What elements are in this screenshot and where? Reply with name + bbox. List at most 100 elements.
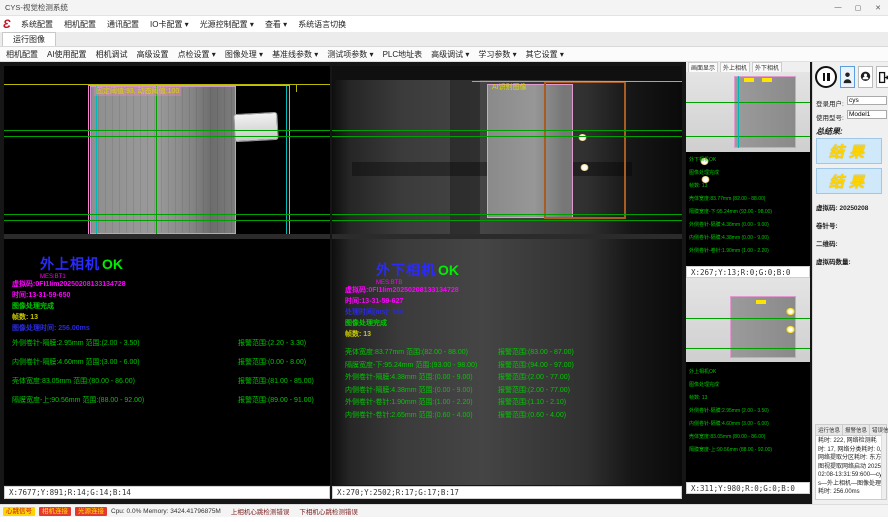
result-meta-block: 虚拟码:0FI1Iim20250208133134728 时间:13-31-59… — [345, 285, 459, 340]
result-display-1: 结果 — [816, 138, 882, 164]
exit-door-icon — [878, 71, 888, 84]
thumb-yellow-label — [744, 78, 754, 82]
thumb-text-line: 帧数: 13 — [689, 180, 772, 193]
measurement-row: 隔膜宽度-上:90.56mm 范围:(88.00 - 92.00) 报警范围:(… — [12, 395, 326, 414]
thumbnail-tab-list: 画面显示外上相机外下相机 — [686, 62, 782, 73]
minimize-button[interactable]: — — [828, 1, 848, 14]
thumbnail-tab[interactable]: 外下相机 — [752, 62, 782, 73]
model-input[interactable] — [847, 110, 887, 119]
green-reference-line — [4, 214, 330, 215]
measurement-row: 壳体宽度:83.05mm 范围:(80.00 - 86.00) 报警范围:(81… — [12, 376, 326, 395]
green-reference-line — [4, 136, 330, 137]
cyan-measure-line — [738, 76, 739, 148]
part-image — [90, 86, 236, 234]
toolbar-button[interactable]: 测试项参数 ▾ — [327, 49, 373, 60]
process-time-text: 图像处理时间: 256.00ms — [12, 323, 126, 334]
menu-item[interactable]: 系统语言切换 — [298, 19, 346, 30]
toolbar-button[interactable]: 基准线参数 ▾ — [272, 49, 318, 60]
thumb-text-line: 壳体宽度:83.77mm (82.00 - 88.00) — [689, 193, 772, 206]
toolbar-button[interactable]: PLC地址表 — [383, 49, 423, 60]
toolbar-button[interactable]: 图像处理 ▾ — [225, 49, 263, 60]
toolbar: 相机配置 AI使用配置相机调试高级设置点检设置 ▾ 图像处理 ▾ 基准线参数 ▾ 测试项… — [0, 47, 888, 62]
thumb-text-line: 外上相机OK — [689, 366, 772, 379]
menu-item[interactable]: 相机配置 — [64, 19, 96, 30]
toolbar-button[interactable]: 高级设置 — [137, 49, 169, 60]
measurement-value: 壳体宽度:83.05mm 范围:(80.00 - 86.00) — [12, 376, 238, 395]
thumbnail-view-1[interactable]: 外下相机OK图像处理完成帧数: 13壳体宽度:83.77mm (82.00 - … — [686, 72, 810, 266]
process-time-text: 处理时间(ms): 166 — [345, 307, 459, 318]
toolbar-button[interactable]: 高级调试 ▾ — [431, 49, 469, 60]
toolbar-button[interactable]: 相机配置 — [6, 49, 38, 60]
info-tabs: 运行信息报警信息错误信息 — [816, 425, 886, 436]
virtual-code-count-label: 虚拟码数量: — [816, 256, 851, 266]
toolbar-button[interactable]: 相机调试 — [96, 49, 128, 60]
camera-name: 外上相机 — [40, 256, 100, 272]
process-done-text: 图像处理完成 — [345, 318, 459, 329]
toolbar-button[interactable]: 学习参数 ▾ — [478, 49, 516, 60]
camera-connection-badge: 相机连接 — [39, 507, 71, 516]
menu-item[interactable]: 通讯配置 — [107, 19, 139, 30]
toolbar-button[interactable]: AI使用配置 — [47, 49, 87, 60]
virtual-code-text: 虚拟码:0FI1Iim20250208133134728 — [12, 279, 126, 290]
info-log-text: 耗时: 222, 网络检测耗时: 17, 网络分类耗时: 0, 网络提取分区耗时… — [816, 436, 886, 498]
pixel-coords-center: X:270;Y:2502;R:17;G:17;B:17 — [332, 486, 682, 499]
thumb-text-line: 外侧卷针-卷针:1.90mm (1.00 - 2.20) — [689, 245, 772, 258]
virtual-code-text: 虚拟码:0FI1Iim20250208133134728 — [345, 285, 459, 296]
tab-run-image[interactable]: 运行图像 — [2, 32, 56, 46]
image-bottom-band — [4, 234, 330, 239]
user-login-button[interactable] — [840, 66, 855, 88]
user-manage-button[interactable] — [858, 66, 873, 88]
menu-item[interactable]: 光源控制配置 ▾ — [200, 19, 254, 30]
result-display-2: 结果 — [816, 168, 882, 194]
result-ok-text: OK — [102, 256, 123, 272]
measurement-list: 外侧卷针-隔膜:2.95mm 范围:(2.00 - 3.50) 报警范围:(2.… — [12, 338, 326, 414]
thumbnail-tab[interactable]: 画面显示 — [688, 62, 718, 73]
camera-view-lower-outer[interactable]: AI识别图像 外下相机OK MES:BTB 虚拟码:0FI1Iim2025020… — [332, 66, 682, 485]
image-bottom-band — [332, 234, 682, 239]
menu-item[interactable]: 查看 ▾ — [265, 19, 287, 30]
light-connection-badge: 光源连接 — [75, 507, 107, 516]
close-button[interactable]: ✕ — [868, 1, 888, 14]
thumb-text-line: 壳体宽度:83.05mm (80.00 - 86.00) — [689, 431, 772, 444]
side-panel: 登录用户: 使用型号: 总结果: 结果 结果 虚拟码: 20250208 卷针号… — [812, 62, 888, 504]
camera-view-upper-outer[interactable]: 固定阈值:93, 动态阈值:100 外上相机OK MES:BT1 虚拟码:0FI… — [4, 66, 330, 485]
measurement-alarm-range: 报警范围:(81.00 - 85.00) — [238, 376, 326, 395]
frame-count-text: 帧数: 13 — [345, 329, 459, 340]
cyan-measure-line — [286, 86, 287, 234]
measurement-row: 内侧卷针-隔膜:4.60mm 范围:(3.00 - 6.00) 报警范围:(0.… — [12, 357, 326, 376]
info-tab[interactable]: 报警信息 — [843, 425, 870, 435]
menu-items: 系统配置相机配置通讯配置 IO卡配置 ▾ 光源控制配置 ▾ 查看 ▾ 系统语言切换 — [21, 19, 357, 30]
titlebar: CYS-视觉检测系统 — ▢ ✕ — [0, 0, 888, 16]
thumb-text-line: 隔膜宽度-下:95.24mm (93.00 - 98.00) — [689, 206, 772, 219]
green-reference-line — [332, 130, 682, 131]
pixel-coords-left: X:7677;Y:891;R:14;G:14;B:14 — [4, 486, 330, 499]
info-tab[interactable]: 运行信息 — [816, 425, 843, 435]
info-scrollbar[interactable] — [881, 434, 886, 499]
exit-button[interactable] — [876, 66, 888, 88]
toolbar-button[interactable]: 点检设置 ▾ — [178, 49, 216, 60]
thumb-text-line: 外侧卷针-隔膜:2.95mm (2.00 - 3.50) — [689, 405, 772, 418]
menu-item[interactable]: IO卡配置 ▾ — [150, 19, 189, 30]
measurement-alarm-range: 报警范围:(0.00 - 8.00) — [238, 357, 326, 376]
measurement-value: 内侧卷针-卷针:2.65mm 范围:(0.60 - 4.00) — [345, 410, 498, 423]
info-panel: 运行信息报警信息错误信息 耗时: 222, 网络检测耗时: 17, 网络分类耗时… — [815, 424, 887, 500]
login-user-input[interactable] — [847, 96, 887, 105]
time-text: 时间:13-31-59-627 — [345, 296, 459, 307]
measurement-value: 隔膜宽度-上:90.56mm 范围:(88.00 - 92.00) — [12, 395, 238, 414]
yellow-marker-line — [296, 84, 297, 92]
measurement-alarm-range: 报警范围:(2.00 - 77.00) — [498, 385, 675, 398]
qr-code-label: 二维码: — [816, 238, 838, 248]
toolbar-button[interactable]: 其它设置 ▾ — [526, 49, 564, 60]
measurement-row: 内侧卷针-隔膜:4.38mm 范围:(0.00 - 9.00) 报警范围:(2.… — [345, 385, 675, 398]
menu-item[interactable]: 系统配置 — [21, 19, 53, 30]
green-reference-line — [686, 136, 810, 137]
measurement-row: 内侧卷针-卷针:2.65mm 范围:(0.60 - 4.00) 报警范围:(0.… — [345, 410, 675, 423]
toolbar-items: 相机配置 AI使用配置相机调试高级设置点检设置 ▾ 图像处理 ▾ 基准线参数 ▾ 测试项… — [6, 49, 573, 60]
pause-button[interactable] — [815, 66, 837, 88]
maximize-button[interactable]: ▢ — [848, 1, 868, 14]
window-controls: — ▢ ✕ — [828, 1, 888, 14]
needle-number-label: 卷针号: — [816, 220, 838, 230]
thumbnail-tab[interactable]: 外上相机 — [720, 62, 750, 73]
measurement-value: 壳体宽度:83.77mm 范围:(82.00 - 88.00) — [345, 347, 498, 360]
thumbnail-view-2[interactable]: 外上相机OK图像处理完成帧数: 13外侧卷针-隔膜:2.95mm (2.00 -… — [686, 278, 810, 482]
